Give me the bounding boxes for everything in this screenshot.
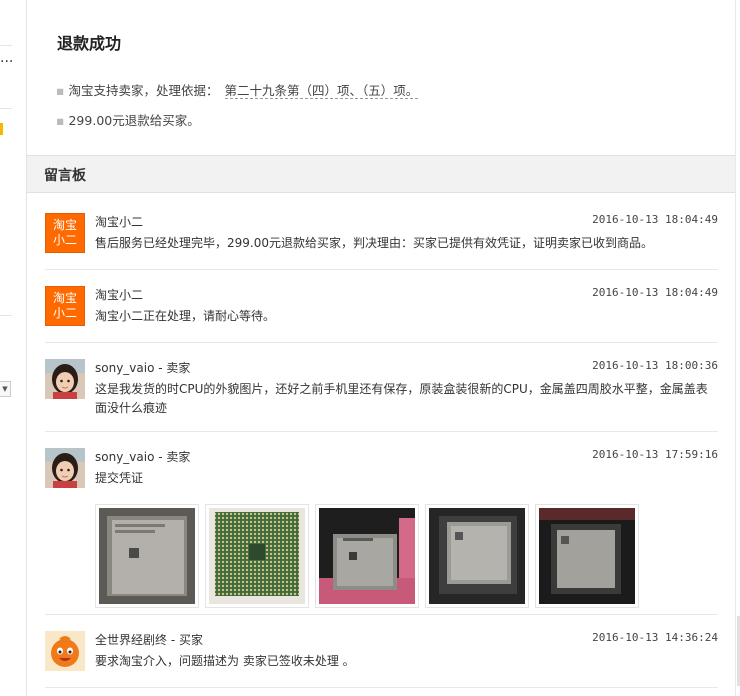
buyer-cartoon-avatar: [45, 631, 85, 671]
message-author: 淘宝小二: [95, 288, 144, 302]
message-item: 淘宝 小二 淘宝小二 2016-10-13 18:04:49 淘宝小二正在处理，…: [45, 286, 718, 343]
message-item: sony_vaio - 卖家 2016-10-13 18:00:36 这是我发货…: [45, 359, 718, 432]
evidence-thumbnail[interactable]: [535, 504, 639, 608]
message-item: 淘宝 小二 淘宝小二 2016-10-13 18:04:49 售后服务已经处理完…: [45, 213, 718, 270]
refund-amount-text: 299.00元退款给买家。: [68, 113, 200, 128]
message-timestamp: 2016-10-13 18:00:36: [592, 359, 718, 372]
message-author: 全世界经剧终 - 买家: [95, 633, 203, 647]
evidence-thumbnail[interactable]: [95, 504, 199, 608]
seller-child-photo-avatar: [45, 448, 85, 488]
message-timestamp: 2016-10-13 17:59:16: [592, 448, 718, 461]
refund-status-title: 退款成功: [57, 34, 122, 53]
message-text: 要求淘宝介入，问题描述为 卖家已签收未处理 。: [95, 654, 355, 668]
divider: [45, 614, 718, 615]
refund-basis-line: ▪ 淘宝支持卖家，处理依据： 第二十九条第（四）项、（五）项。: [56, 83, 419, 99]
message-board-title: 留言板: [44, 168, 86, 184]
message-author: sony_vaio - 卖家: [95, 450, 191, 464]
divider: [45, 269, 718, 270]
divider: [0, 45, 12, 46]
message-timestamp: 2016-10-13 18:04:49: [592, 213, 718, 226]
highlight-marker: [0, 123, 3, 135]
divider: [45, 431, 718, 432]
seller-child-photo-avatar: [45, 359, 85, 399]
chevron-down-icon[interactable]: ▼: [0, 381, 11, 397]
rule-link[interactable]: 第二十九条第（四）项、（五）项。: [224, 83, 419, 99]
message-timestamp: 2016-10-13 18:04:49: [592, 286, 718, 299]
message-board-header: 留言板: [27, 155, 735, 193]
taobao-xiaoer-avatar: 淘宝 小二: [45, 286, 85, 326]
evidence-thumbnail[interactable]: [205, 504, 309, 608]
truncated-text: ...: [0, 50, 14, 66]
panel-border: [735, 0, 736, 696]
message-author: sony_vaio - 卖家: [95, 361, 191, 375]
left-sidebar-fragment: ... ▼: [0, 0, 27, 696]
divider: [0, 315, 12, 316]
evidence-thumbnail[interactable]: [315, 504, 419, 608]
message-text: 提交凭证: [95, 471, 144, 485]
message-text: 这是我发货的时CPU的外貌图片，还好之前手机里还有保存，原装盒装很新的CPU，金…: [95, 382, 708, 415]
message-text: 淘宝小二正在处理，请耐心等待。: [95, 309, 276, 323]
divider: [45, 687, 718, 688]
evidence-thumbnail[interactable]: [425, 504, 529, 608]
message-item: 全世界经剧终 - 买家 2016-10-13 14:36:24 要求淘宝介入，问…: [45, 631, 718, 688]
refund-basis-label: 淘宝支持卖家，处理依据：: [68, 83, 219, 98]
refund-amount-line: ▪ 299.00元退款给买家。: [56, 113, 200, 128]
divider: [45, 342, 718, 343]
message-item: sony_vaio - 卖家 2016-10-13 17:59:16 提交凭证: [45, 448, 718, 615]
divider: [0, 108, 12, 109]
message-author: 淘宝小二: [95, 215, 144, 229]
message-text: 售后服务已经处理完毕，299.00元退款给买家，判决理由：买家已提供有效凭证，证…: [95, 236, 653, 250]
message-timestamp: 2016-10-13 14:36:24: [592, 631, 718, 644]
taobao-xiaoer-avatar: 淘宝 小二: [45, 213, 85, 253]
